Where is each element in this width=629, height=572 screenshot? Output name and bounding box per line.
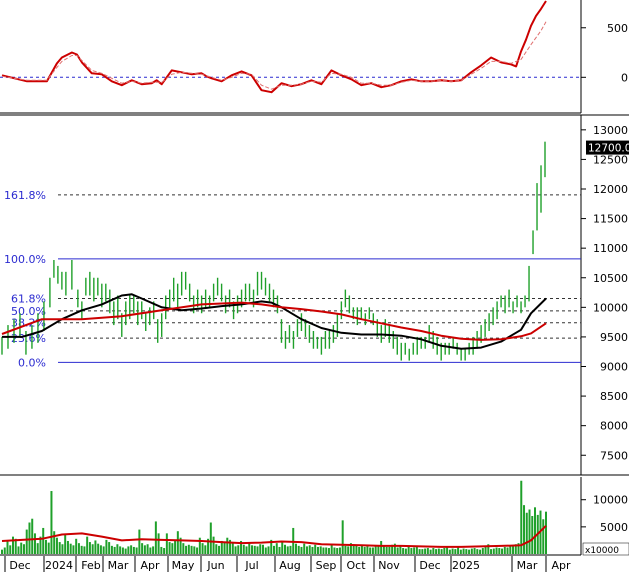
price-tick-label: 10500: [593, 272, 628, 285]
time-tick-label: Mar: [108, 559, 129, 572]
fib-level-label: 61.8%: [11, 292, 46, 305]
volume-ma-line: [1, 525, 547, 548]
last-price-label: 12700.00: [588, 143, 629, 155]
time-tick-label: May: [172, 559, 195, 572]
price-tick-label: 8000: [600, 420, 628, 433]
volume-tick-label: 10000: [593, 494, 628, 507]
oscillator-signal-line: [1, 21, 547, 90]
price-tick-label: 11500: [593, 213, 628, 226]
fib-level-label: 100.0%: [4, 253, 46, 266]
time-tick-label: Mar: [517, 559, 538, 572]
time-tick-label: Jun: [206, 559, 224, 572]
oscillator-tick-label: 500: [607, 22, 628, 35]
price-tick-label: 12000: [593, 183, 628, 196]
stock-chart: 500 0 13000 12500 12000 11500 11000 10500 10000…: [0, 0, 629, 572]
time-tick-label: 2024: [45, 559, 73, 572]
time-tick-label: Apr: [140, 559, 160, 572]
time-tick-label: Apr: [551, 559, 571, 572]
volume-unit-label: x10000: [585, 546, 619, 556]
price-tick-label: 11000: [593, 242, 628, 255]
time-tick-label: Sep: [316, 559, 337, 572]
volume-panel: 10000 5000 x10000: [1, 480, 629, 556]
time-axis: Dec 2024 Feb Mar Apr May Jun Jul Aug Sep Oct Nov Dec…: [4, 556, 571, 572]
time-tick-label: Dec: [9, 559, 30, 572]
price-tick-label: 12500: [593, 153, 628, 166]
ma100-line: [1, 301, 547, 341]
price-tick-label: 7500: [600, 449, 628, 462]
price-tick-label: 9000: [600, 361, 628, 374]
time-tick-label: Nov: [378, 559, 400, 572]
fib-level-label: 0.0%: [18, 356, 46, 369]
price-tick-label: 13000: [593, 124, 628, 137]
time-tick-label: Aug: [279, 559, 300, 572]
price-tick-label: 9500: [600, 331, 628, 344]
price-tick-label: 10000: [593, 301, 628, 314]
fib-level-label: 161.8%: [4, 189, 46, 202]
time-tick-label: Jul: [244, 559, 258, 572]
price-panel: 13000 12500 12000 11500 11000 10500 10000 9500 9…: [1, 124, 629, 462]
price-tick-label: 8500: [600, 390, 628, 403]
time-tick-label: Dec: [419, 559, 440, 572]
time-tick-label: Feb: [81, 559, 100, 572]
chart-canvas: 500 0 13000 12500 12000 11500 11000 10500 10000…: [0, 0, 629, 572]
time-tick-label: Oct: [346, 559, 366, 572]
oscillator-panel: 500 0: [0, 0, 628, 94]
time-tick-label: 2025: [452, 559, 480, 572]
oscillator-tick-label: 0: [621, 71, 628, 84]
volume-tick-label: 5000: [600, 521, 628, 534]
